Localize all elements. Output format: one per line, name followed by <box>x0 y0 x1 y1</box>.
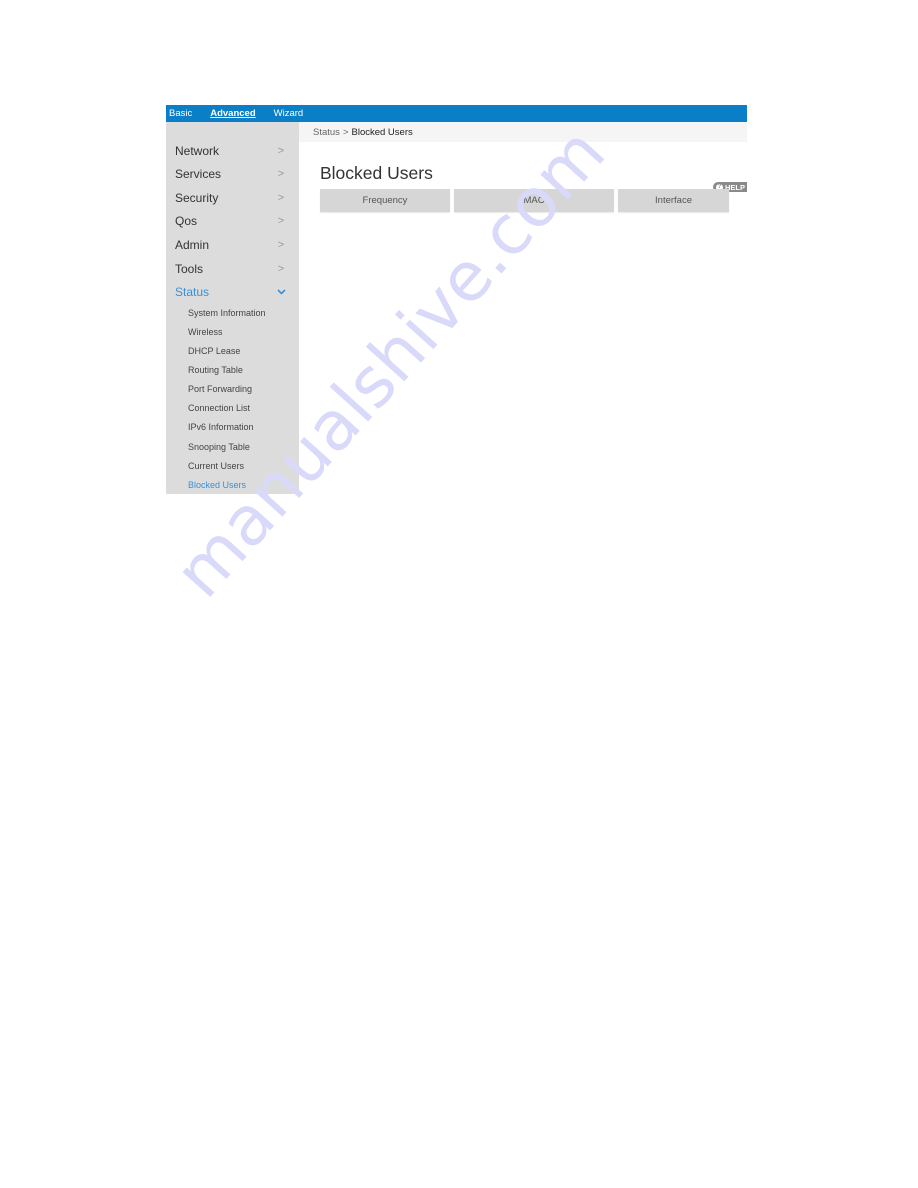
page-title: Blocked Users <box>320 163 433 183</box>
sidebar-item-label: Qos <box>175 214 198 228</box>
chevron-right-icon: > <box>277 168 285 180</box>
chevron-down-icon <box>275 286 287 298</box>
sidebar: Network > Services > Security > Qos > Ad… <box>166 122 299 494</box>
sidebar-item-label: Security <box>175 191 219 205</box>
sidebar-item-label: Network <box>175 144 220 158</box>
column-header-mac[interactable]: MAC <box>454 189 614 212</box>
sidebar-item-admin[interactable]: Admin > <box>175 235 287 255</box>
column-header-interface[interactable]: Interface <box>618 189 729 212</box>
tab-advanced[interactable]: Advanced <box>210 108 255 119</box>
breadcrumb-current: Blocked Users <box>351 126 413 138</box>
chevron-right-icon: > <box>277 263 285 275</box>
sidebar-item-label: Services <box>175 167 222 181</box>
chevron-right-icon: > <box>277 145 285 157</box>
sidebar-item-label: Status <box>175 285 210 299</box>
sidebar-item-label: Tools <box>175 262 204 276</box>
breadcrumb-parent[interactable]: Status <box>313 127 340 138</box>
sidebar-item-tools[interactable]: Tools > <box>175 259 287 279</box>
sidebar-item-security[interactable]: Security > <box>175 188 287 208</box>
breadcrumb-separator: > <box>342 126 349 138</box>
breadcrumb: Status > Blocked Users <box>299 122 747 142</box>
sidebar-item-network[interactable]: Network > <box>175 141 287 161</box>
tab-wizard[interactable]: Wizard <box>274 108 304 119</box>
column-header-frequency[interactable]: Frequency <box>320 189 450 212</box>
sidebar-subitem-snooping-table[interactable]: Snooping Table <box>188 440 250 454</box>
chevron-right-icon: > <box>277 215 285 227</box>
sidebar-subitem-current-users[interactable]: Current Users <box>188 459 244 473</box>
chevron-right-icon: > <box>277 239 285 251</box>
sidebar-subitem-system-information[interactable]: System Information <box>188 306 266 320</box>
sidebar-item-services[interactable]: Services > <box>175 164 287 184</box>
sidebar-item-qos[interactable]: Qos > <box>175 211 287 231</box>
top-nav-bar: Basic Advanced Wizard <box>166 105 747 122</box>
sidebar-subitem-wireless[interactable]: Wireless <box>188 325 223 339</box>
sidebar-item-label: Admin <box>175 238 210 252</box>
sidebar-subitem-ipv6-information[interactable]: IPv6 Information <box>188 420 254 434</box>
sidebar-subitem-routing-table[interactable]: Routing Table <box>188 363 243 377</box>
sidebar-subitem-connection-list[interactable]: Connection List <box>188 401 250 415</box>
chevron-right-icon: > <box>277 192 285 204</box>
sidebar-subitem-port-forwarding[interactable]: Port Forwarding <box>188 382 252 396</box>
tab-basic[interactable]: Basic <box>169 108 192 119</box>
router-admin-app: Basic Advanced Wizard Network > Services… <box>166 105 747 494</box>
sidebar-subitem-dhcp-lease[interactable]: DHCP Lease <box>188 344 240 358</box>
sidebar-item-status[interactable]: Status <box>175 282 287 302</box>
sidebar-subitem-blocked-users[interactable]: Blocked Users <box>188 478 246 492</box>
